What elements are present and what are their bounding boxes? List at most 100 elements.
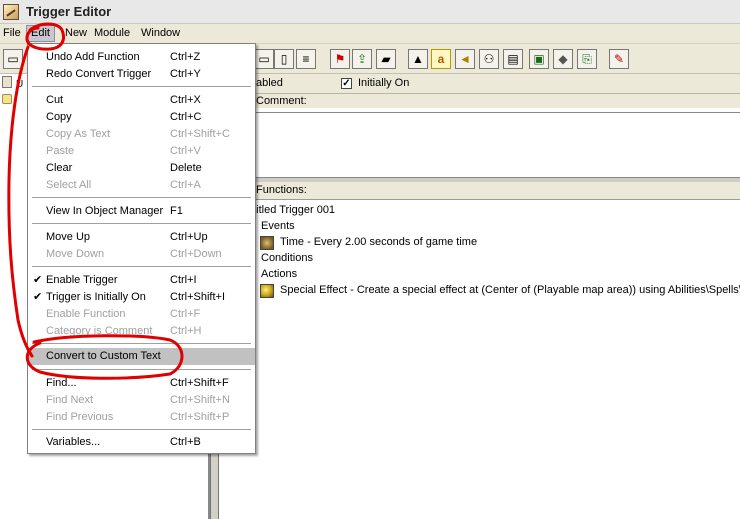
menu-item-label: Enable Function	[46, 308, 126, 320]
menu-separator	[32, 343, 251, 345]
menu-item-label: Category is Comment	[46, 325, 153, 337]
title-bar: Trigger Editor	[0, 0, 740, 24]
menu-item-enable-trigger[interactable]: ✔ Enable Trigger Ctrl+I	[28, 272, 255, 289]
initially-on-checkbox[interactable]: ✓	[341, 78, 352, 89]
menu-item-shortcut: Ctrl+Up	[170, 231, 208, 243]
menu-item-move-up[interactable]: Move Up Ctrl+Up	[28, 229, 255, 246]
time-event-icon	[260, 236, 274, 250]
menu-window[interactable]: Window	[141, 27, 180, 39]
conditions-node[interactable]: Conditions	[261, 252, 313, 264]
menu-file[interactable]: File	[3, 27, 21, 39]
menu-item-label: Clear	[46, 162, 73, 174]
action-item[interactable]: Special Effect - Create a special effect…	[280, 284, 740, 296]
menu-item-label: Move Down	[46, 248, 105, 260]
menu-item-shortcut: Ctrl+Shift+F	[170, 377, 229, 389]
export-icon[interactable]: ⇪	[352, 49, 372, 69]
menu-separator	[32, 86, 251, 88]
red-flag-icon[interactable]: ⚑	[330, 49, 350, 69]
menu-module[interactable]: Module	[94, 27, 130, 39]
terrain-icon[interactable]: ▲	[408, 49, 428, 69]
menu-separator	[32, 369, 251, 371]
menu-item-find-next[interactable]: Find Next Ctrl+Shift+N	[28, 392, 255, 409]
events-node[interactable]: Events	[261, 220, 295, 232]
import-icon[interactable]: ⎘	[577, 49, 597, 69]
menu-separator	[32, 197, 251, 199]
menu-bar: File Edit New Module Window	[0, 24, 740, 44]
menu-item-paste[interactable]: Paste Ctrl+V	[28, 143, 255, 160]
menu-item-find[interactable]: Find... Ctrl+Shift+F	[28, 375, 255, 392]
menu-item-label: Find...	[46, 377, 77, 389]
menu-item-variables[interactable]: Variables... Ctrl+B	[28, 434, 255, 451]
ability-icon[interactable]: ⚇	[479, 49, 499, 69]
menu-item-shortcut: Ctrl+A	[170, 179, 201, 191]
actions-node[interactable]: Actions	[261, 268, 297, 280]
menu-item-shortcut: Ctrl+Shift+C	[170, 128, 230, 140]
trigger-properties-row: abled ✓ Initially On	[219, 74, 740, 94]
menu-item-find-previous[interactable]: Find Previous Ctrl+Shift+P	[28, 409, 255, 426]
clapper-icon[interactable]: ▰	[376, 49, 396, 69]
edit-menu-dropdown: Undo Add Function Ctrl+Z Redo Convert Tri…	[27, 43, 256, 454]
menu-item-label: Enable Trigger	[46, 274, 118, 286]
menu-item-label: Find Next	[46, 394, 94, 406]
menu-item-copy-as-text[interactable]: Copy As Text Ctrl+Shift+C	[28, 126, 255, 143]
sound-icon[interactable]: ◄	[455, 49, 475, 69]
map-header-icon	[2, 76, 12, 88]
menu-item-move-down[interactable]: Move Down Ctrl+Down	[28, 246, 255, 263]
menu-item-label: Variables...	[46, 436, 101, 448]
align-lines-icon[interactable]: ≡	[296, 49, 316, 69]
trigger-name-node[interactable]: ntitled Trigger 001	[247, 204, 335, 216]
menu-separator	[32, 223, 251, 225]
checkmark-icon: ✔	[33, 291, 43, 303]
menu-item-label: Paste	[46, 145, 75, 157]
functions-header: Functions:	[219, 182, 740, 200]
menu-item-label: Copy As Text	[46, 128, 110, 140]
menu-item-initially-on[interactable]: ✔ Trigger is Initially On Ctrl+Shift+I	[28, 289, 255, 306]
menu-separator	[32, 266, 251, 268]
test-map-icon[interactable]: ✎	[609, 49, 629, 69]
menu-item-enable-function[interactable]: Enable Function Ctrl+F	[28, 306, 255, 323]
enabled-label: abled	[256, 77, 283, 89]
new-trigger-icon[interactable]: ▭	[3, 49, 23, 69]
menu-item-label: Undo Add Function	[46, 51, 140, 63]
menu-item-view-object-manager[interactable]: View In Object Manager F1	[28, 203, 255, 220]
menu-item-copy[interactable]: Copy Ctrl+C	[28, 109, 255, 126]
map-header-label: U	[16, 79, 24, 90]
menu-edit[interactable]: Edit	[26, 25, 55, 42]
menu-item-shortcut: Ctrl+C	[170, 111, 202, 123]
menu-item-shortcut: Ctrl+Shift+P	[170, 411, 230, 423]
menu-item-category-comment[interactable]: Category is Comment Ctrl+H	[28, 323, 255, 340]
unit-icon[interactable]: ▣	[529, 49, 549, 69]
menu-item-shortcut: Ctrl+Shift+I	[170, 291, 226, 303]
menu-item-redo[interactable]: Redo Convert Trigger Ctrl+Y	[28, 66, 255, 83]
menu-item-shortcut: Ctrl+Shift+N	[170, 394, 230, 406]
trigger-content-panel: abled ✓ Initially On Comment: Functions:…	[219, 74, 740, 519]
menu-item-select-all[interactable]: Select All Ctrl+A	[28, 177, 255, 194]
menu-item-label: Move Up	[46, 231, 91, 243]
menu-item-label: Cut	[46, 94, 64, 106]
trigger-editor-icon	[3, 4, 19, 20]
functions-label: Functions:	[256, 184, 307, 196]
menu-item-label: Find Previous	[46, 411, 114, 423]
text-a-icon[interactable]: a	[431, 49, 451, 69]
menu-item-shortcut: Ctrl+I	[170, 274, 197, 286]
object-icon[interactable]: ◆	[553, 49, 573, 69]
menu-item-label: Convert to Custom Text	[46, 350, 161, 362]
functions-tree[interactable]: ntitled Trigger 001 Events Time - Every …	[219, 200, 740, 519]
variable-icon[interactable]: ▤	[503, 49, 523, 69]
blank-page-icon[interactable]: ▯	[274, 49, 294, 69]
menu-item-undo[interactable]: Undo Add Function Ctrl+Z	[28, 49, 255, 66]
special-effect-icon	[260, 284, 274, 298]
menu-item-clear[interactable]: Clear Delete	[28, 160, 255, 177]
window-title: Trigger Editor	[26, 4, 112, 19]
menu-item-shortcut: Ctrl+B	[170, 436, 201, 448]
menu-item-label: View In Object Manager	[46, 205, 164, 217]
event-item[interactable]: Time - Every 2.00 seconds of game time	[280, 236, 477, 248]
new-document-icon[interactable]: ▭	[254, 49, 274, 69]
menu-item-shortcut: F1	[170, 205, 183, 217]
menu-item-convert-custom-text[interactable]: Convert to Custom Text	[28, 348, 255, 365]
menu-new[interactable]: New	[65, 27, 87, 39]
menu-item-shortcut: Ctrl+Z	[170, 51, 201, 63]
menu-item-shortcut: Ctrl+Down	[170, 248, 222, 260]
menu-item-cut[interactable]: Cut Ctrl+X	[28, 92, 255, 109]
comment-textarea[interactable]	[219, 112, 740, 178]
